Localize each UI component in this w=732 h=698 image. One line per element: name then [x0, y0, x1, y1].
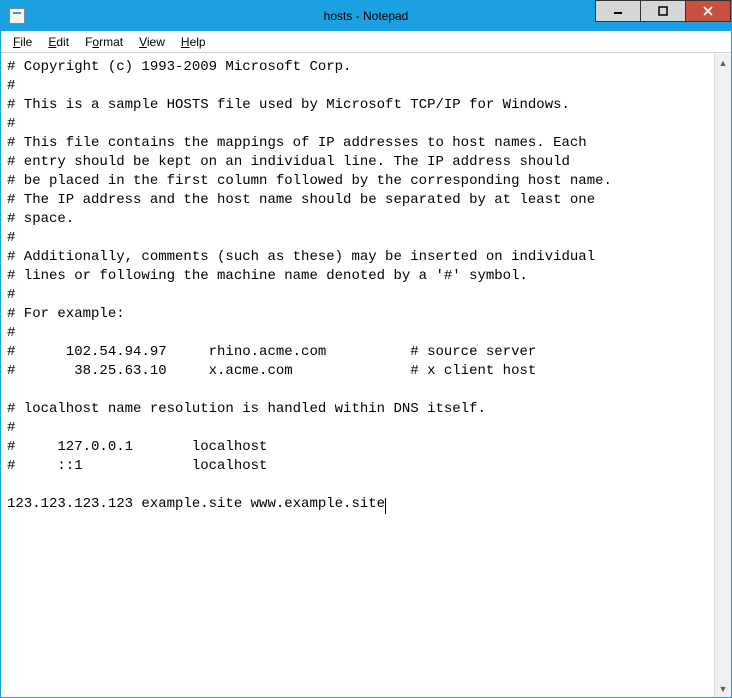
- menu-help[interactable]: Help: [173, 33, 214, 51]
- minimize-button[interactable]: [595, 0, 641, 22]
- vertical-scrollbar[interactable]: ▲ ▼: [714, 54, 731, 697]
- text-editor[interactable]: # Copyright (c) 1993-2009 Microsoft Corp…: [1, 54, 714, 697]
- menu-view[interactable]: View: [131, 33, 173, 51]
- maximize-button[interactable]: [640, 0, 686, 22]
- menu-edit[interactable]: Edit: [40, 33, 77, 51]
- menu-format[interactable]: Format: [77, 33, 131, 51]
- menu-file[interactable]: File: [5, 33, 40, 51]
- menubar: File Edit Format View Help: [1, 31, 731, 53]
- minimize-icon: [613, 6, 623, 16]
- scroll-track[interactable]: [715, 71, 731, 680]
- notepad-window: hosts - Notepad File Edit Format View He…: [0, 0, 732, 698]
- scroll-down-arrow-icon[interactable]: ▼: [715, 680, 731, 697]
- titlebar[interactable]: hosts - Notepad: [1, 1, 731, 31]
- text-caret: [385, 498, 386, 514]
- close-button[interactable]: [685, 0, 731, 22]
- close-icon: [703, 6, 713, 16]
- window-controls: [596, 0, 731, 22]
- maximize-icon: [658, 6, 668, 16]
- content-area: # Copyright (c) 1993-2009 Microsoft Corp…: [1, 53, 731, 697]
- scroll-up-arrow-icon[interactable]: ▲: [715, 54, 731, 71]
- notepad-icon: [9, 8, 25, 24]
